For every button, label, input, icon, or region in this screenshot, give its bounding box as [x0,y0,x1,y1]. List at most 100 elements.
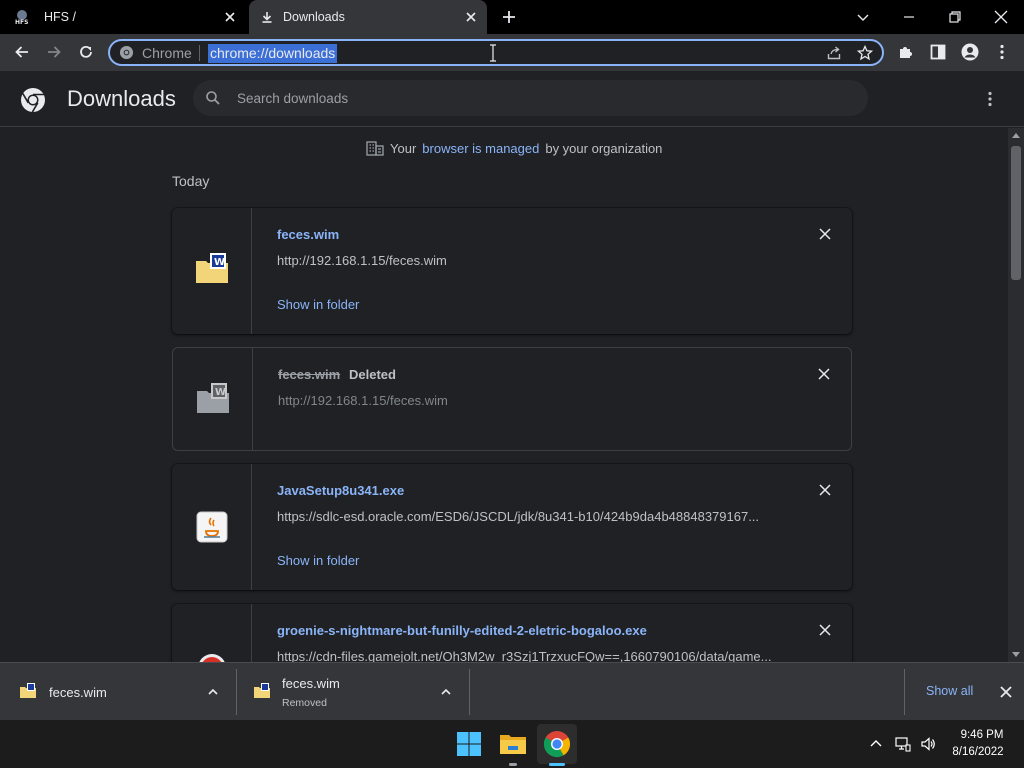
chevron-up-icon[interactable] [439,685,453,699]
profile-avatar-icon[interactable] [961,43,979,61]
downloads-list: Your browser is managed by your organiza… [0,128,1008,662]
wim-file-icon [20,683,36,699]
windows-start-icon[interactable] [454,729,484,759]
chrome-menu-icon[interactable] [993,43,1011,61]
download-item: W feces.wim http://192.168.1.15/feces.wi… [172,208,852,334]
network-icon[interactable] [895,736,911,752]
omnibox[interactable]: Chrome chrome://downloads [108,39,884,66]
chevron-up-icon[interactable] [206,685,220,699]
remove-download-icon[interactable] [818,623,832,637]
shelf-separator [904,669,905,715]
wim-file-icon: W [196,253,228,285]
download-icon-column: W [172,208,252,334]
search-downloads-box[interactable] [193,80,868,116]
clock-time[interactable]: 9:46 PM [960,729,1004,741]
volume-icon[interactable] [920,736,936,752]
svg-text:W: W [214,257,225,268]
reload-icon[interactable] [77,43,95,61]
share-icon[interactable] [826,45,842,61]
omnibox-scheme-label: Chrome [142,45,192,61]
remove-download-icon[interactable] [818,227,832,241]
file-explorer-icon[interactable] [498,729,528,759]
download-filename-link[interactable]: feces.wim [277,227,339,242]
shelf-download-item[interactable]: feces.wim [0,663,236,721]
extensions-puzzle-icon[interactable] [897,43,915,61]
download-filename-deleted: feces.wim [278,367,341,382]
chrome-site-icon[interactable] [119,45,134,60]
download-icon [259,9,275,25]
clock-date[interactable]: 8/16/2022 [948,746,1008,758]
tab-downloads[interactable]: Downloads [249,0,487,34]
new-tab-plus-icon[interactable] [500,8,518,26]
tab-title: Downloads [283,10,345,24]
chrome-logo-icon [20,87,46,113]
wim-file-icon [254,683,270,699]
download-filename-link[interactable]: groenie-s-nightmare-but-funilly-edited-2… [277,623,647,638]
browser-managed-link[interactable]: browser is managed [422,141,539,156]
tray-chevron-up-icon[interactable] [868,736,884,752]
building-icon [366,140,384,156]
downloads-header: Downloads [0,71,1024,127]
search-icon [205,90,221,106]
tab-search-chevron-icon[interactable] [852,6,874,28]
restore-icon[interactable] [944,6,966,28]
show-in-folder-link[interactable]: Show in folder [277,297,359,312]
shelf-filename: feces.wim [49,685,107,700]
managed-notice: Your browser is managed by your organiza… [366,140,662,156]
managed-prefix: Your [390,140,417,156]
download-icon-column [172,604,252,662]
scroll-down-arrow-icon[interactable] [1012,650,1020,658]
search-downloads-input[interactable] [237,88,837,108]
shelf-status: Removed [282,697,327,709]
text-cursor-icon [488,44,498,62]
back-arrow-icon[interactable] [13,43,31,61]
download-status: Deleted [349,367,396,382]
date-label: Today [172,173,210,189]
download-shelf: feces.wim feces.wim Removed Show all [0,662,1024,720]
download-filename-link[interactable]: JavaSetup8u341.exe [277,483,404,498]
download-url[interactable]: http://192.168.1.15/feces.wim [277,253,777,268]
download-icon-column [172,464,252,590]
download-url[interactable]: https://sdlc-esd.oracle.com/ESD6/JSCDL/j… [277,509,777,524]
download-icon-column: W [173,348,253,450]
explorer-running-indicator [509,763,517,766]
download-url: http://192.168.1.15/feces.wim [278,393,448,408]
remove-download-icon[interactable] [817,367,831,381]
download-item: JavaSetup8u341.exe https://sdlc-esd.orac… [172,464,852,590]
chrome-taskbar-icon[interactable] [542,729,572,759]
chrome-active-indicator [549,763,565,766]
svg-text:W: W [215,387,226,398]
more-actions-icon[interactable] [980,89,1000,109]
tab-strip: HFS HFS / Downloads [0,0,1024,34]
exe-app-icon [196,652,228,662]
minimize-icon[interactable] [898,6,920,28]
managed-suffix: by your organization [545,140,663,156]
side-panel-icon[interactable] [929,43,947,61]
remove-download-icon[interactable] [818,483,832,497]
tab-title: HFS / [44,10,76,24]
scroll-up-arrow-icon[interactable] [1012,132,1020,140]
wim-file-icon: W [197,383,229,415]
bookmark-star-icon[interactable] [857,45,873,61]
windows-taskbar: 9:46 PM 8/16/2022 [0,720,1024,768]
scrollbar[interactable] [1008,128,1024,662]
shelf-download-item[interactable]: feces.wim Removed [237,663,469,721]
tab-close-icon[interactable] [463,9,479,25]
show-all-button[interactable]: Show all [926,684,973,698]
svg-text:HFS: HFS [15,19,28,25]
tab-close-icon[interactable] [222,9,238,25]
download-item: groenie-s-nightmare-but-funilly-edited-2… [172,604,852,662]
page-title: Downloads [67,86,176,111]
window-close-icon[interactable] [990,6,1012,28]
tab-hfs[interactable]: HFS HFS / [0,0,246,34]
shelf-filename: feces.wim [282,676,340,691]
hfs-favicon-icon: HFS [14,9,30,25]
download-url[interactable]: https://cdn-files.gamejolt.net/Oh3M2w_r3… [277,649,777,662]
show-in-folder-link[interactable]: Show in folder [277,553,359,568]
omnibox-separator [199,45,200,61]
shelf-separator [469,669,470,715]
close-shelf-icon[interactable] [999,685,1013,699]
forward-arrow-icon[interactable] [45,43,63,61]
scrollbar-thumb[interactable] [1011,146,1021,280]
omnibox-url-text[interactable]: chrome://downloads [208,44,338,63]
